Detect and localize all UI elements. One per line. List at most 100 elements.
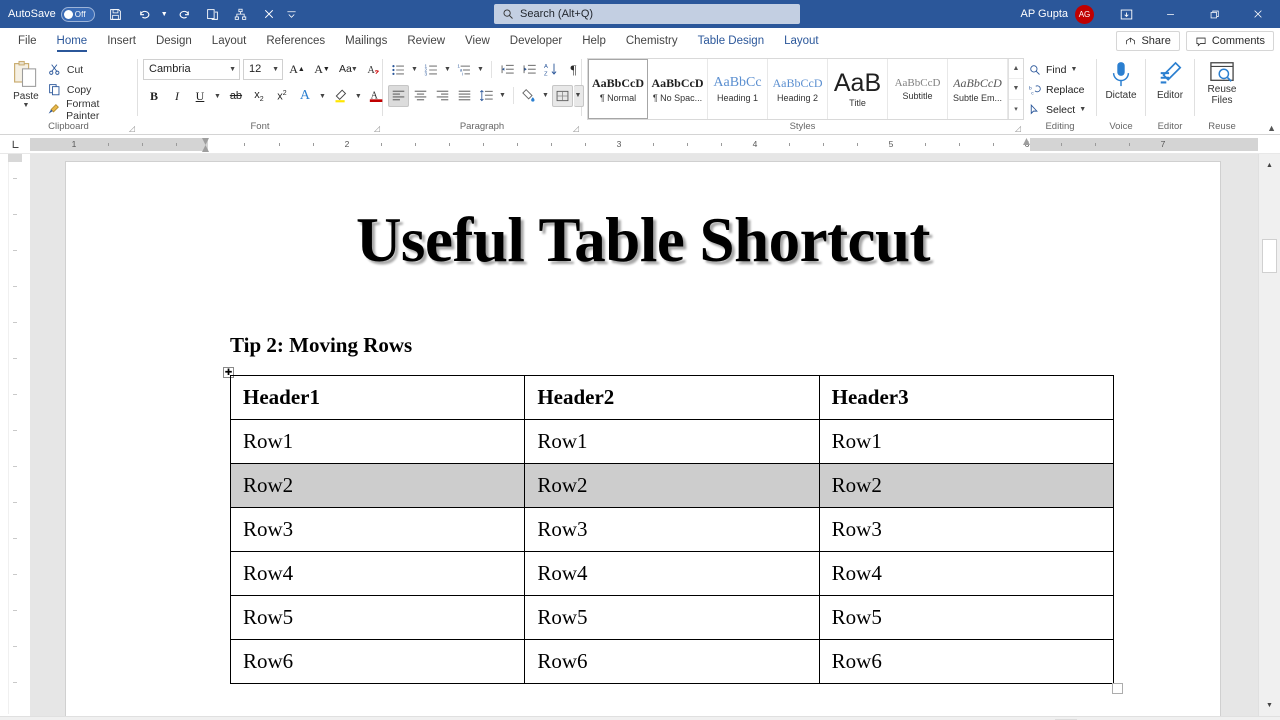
font-family-combo[interactable]: Cambria ▼: [143, 59, 240, 80]
grow-font-button[interactable]: A▲: [286, 58, 308, 80]
redo-icon[interactable]: [172, 2, 198, 26]
tab-review[interactable]: Review: [397, 28, 455, 54]
paste-dropdown-icon[interactable]: ▼: [22, 102, 29, 109]
gallery-more-icon[interactable]: ▾: [1009, 100, 1023, 119]
chevron-down-icon[interactable]: ▼: [268, 66, 279, 73]
show-formatting-marks-button[interactable]: ¶: [563, 59, 584, 81]
vertical-ruler[interactable]: [0, 154, 30, 716]
superscript-button[interactable]: x2: [271, 85, 293, 107]
tab-table-layout[interactable]: Layout: [774, 28, 829, 54]
customize-quick-access-icon[interactable]: [284, 2, 299, 26]
autosave-toggle[interactable]: Off: [61, 7, 95, 22]
table-cell[interactable]: Row3: [525, 508, 819, 552]
highlight-dropdown-icon[interactable]: ▼: [353, 85, 365, 107]
close-button[interactable]: [1236, 0, 1280, 28]
select-dropdown-icon[interactable]: ▼: [1079, 106, 1086, 113]
find-button[interactable]: Find ▼: [1029, 60, 1086, 79]
chevron-down-icon[interactable]: ▼: [225, 66, 236, 73]
restore-button[interactable]: [1192, 0, 1236, 28]
style-heading-1[interactable]: AaBbCc Heading 1: [708, 59, 768, 119]
editor-button[interactable]: Editor: [1151, 58, 1189, 101]
shading-button[interactable]: [519, 85, 540, 107]
format-painter-button[interactable]: Format Painter: [47, 101, 132, 118]
table-row[interactable]: Row6 Row6 Row6: [231, 640, 1114, 684]
collapse-ribbon-icon[interactable]: ▲: [1267, 123, 1276, 133]
share-button[interactable]: Share: [1116, 31, 1179, 51]
cut-button[interactable]: Cut: [47, 61, 132, 78]
sort-button[interactable]: AZ: [541, 59, 562, 81]
table-cell[interactable]: Row5: [525, 596, 819, 640]
paragraph-dialog-launcher[interactable]: ◿: [573, 124, 579, 133]
table-cell[interactable]: Row6: [231, 640, 525, 684]
table-header-row[interactable]: Header1 Header2 Header3: [231, 376, 1114, 420]
table-cell[interactable]: Row2: [525, 464, 819, 508]
multilevel-list-button[interactable]: 1ai: [454, 59, 475, 81]
minimize-button[interactable]: [1148, 0, 1192, 28]
close-document-icon[interactable]: [256, 2, 282, 26]
gallery-scroll-up-icon[interactable]: ▲: [1009, 59, 1023, 79]
table-cell[interactable]: Row2: [231, 464, 525, 508]
scroll-down-icon[interactable]: ▼: [1259, 694, 1280, 716]
align-center-button[interactable]: [410, 85, 431, 107]
scrollbar-thumb[interactable]: [1262, 239, 1277, 273]
find-dropdown-icon[interactable]: ▼: [1070, 66, 1077, 73]
line-spacing-button[interactable]: [476, 85, 497, 107]
horizontal-ruler[interactable]: 1 2 3 4 5 6 7: [0, 135, 1280, 154]
underline-button[interactable]: U: [189, 85, 211, 107]
table-cell[interactable]: Row5: [231, 596, 525, 640]
increase-indent-button[interactable]: [519, 59, 540, 81]
ribbon-display-options-icon[interactable]: [1104, 0, 1148, 28]
paste-button[interactable]: Paste ▼: [5, 58, 47, 109]
tab-stop-selector[interactable]: [0, 135, 30, 154]
table-cell[interactable]: Row6: [819, 640, 1113, 684]
undo-dropdown-icon[interactable]: ▼: [159, 2, 170, 26]
style-heading-2[interactable]: AaBbCcD Heading 2: [768, 59, 828, 119]
undo-icon[interactable]: [131, 2, 157, 26]
numbering-button[interactable]: 123: [421, 59, 442, 81]
tab-home[interactable]: Home: [47, 28, 98, 54]
styles-dialog-launcher[interactable]: ◿: [1015, 124, 1021, 133]
align-left-button[interactable]: [388, 85, 409, 107]
bold-button[interactable]: B: [143, 85, 165, 107]
tab-chemistry[interactable]: Chemistry: [616, 28, 688, 54]
multilevel-dropdown-icon[interactable]: ▼: [476, 59, 486, 81]
copy-button[interactable]: Copy: [47, 81, 132, 98]
tab-mailings[interactable]: Mailings: [335, 28, 397, 54]
table-cell[interactable]: Row6: [525, 640, 819, 684]
scroll-up-icon[interactable]: ▲: [1259, 154, 1280, 176]
style-subtitle[interactable]: AaBbCcD Subtitle: [888, 59, 948, 119]
font-dialog-launcher[interactable]: ◿: [374, 124, 380, 133]
table-row[interactable]: Row5 Row5 Row5: [231, 596, 1114, 640]
select-button[interactable]: Select ▼: [1029, 100, 1086, 119]
bullets-dropdown-icon[interactable]: ▼: [410, 59, 420, 81]
justify-button[interactable]: [454, 85, 475, 107]
table-cell[interactable]: Row1: [819, 420, 1113, 464]
comments-button[interactable]: Comments: [1186, 31, 1274, 51]
numbering-dropdown-icon[interactable]: ▼: [443, 59, 453, 81]
font-size-combo[interactable]: 12 ▼: [243, 59, 283, 80]
tab-help[interactable]: Help: [572, 28, 616, 54]
style-normal[interactable]: AaBbCcD ¶ Normal: [588, 59, 648, 119]
autosave-control[interactable]: AutoSave Off: [8, 7, 95, 22]
decrease-indent-button[interactable]: [497, 59, 518, 81]
user-account[interactable]: AP Gupta AG: [1021, 5, 1095, 24]
borders-button[interactable]: [552, 85, 573, 107]
italic-button[interactable]: I: [166, 85, 188, 107]
table-row[interactable]: Row1 Row1 Row1: [231, 420, 1114, 464]
table-cell[interactable]: Row3: [231, 508, 525, 552]
styles-gallery-scroll[interactable]: ▲ ▼ ▾: [1008, 59, 1023, 119]
tab-view[interactable]: View: [455, 28, 500, 54]
table-header-cell[interactable]: Header1: [231, 376, 525, 420]
line-spacing-dropdown-icon[interactable]: ▼: [498, 85, 508, 107]
document-area[interactable]: Useful Table Shortcut Tip 2: Moving Rows…: [30, 154, 1258, 716]
organization-icon[interactable]: [228, 2, 254, 26]
table-resize-handle[interactable]: [1112, 683, 1123, 694]
tab-developer[interactable]: Developer: [500, 28, 572, 54]
table-cell[interactable]: Row1: [231, 420, 525, 464]
search-box[interactable]: Search (Alt+Q): [494, 4, 800, 24]
vertical-scrollbar[interactable]: ▲ ▼: [1258, 154, 1280, 716]
table-cell[interactable]: Row2: [819, 464, 1113, 508]
table-cell[interactable]: Row3: [819, 508, 1113, 552]
tab-insert[interactable]: Insert: [97, 28, 146, 54]
shading-dropdown-icon[interactable]: ▼: [541, 85, 551, 107]
